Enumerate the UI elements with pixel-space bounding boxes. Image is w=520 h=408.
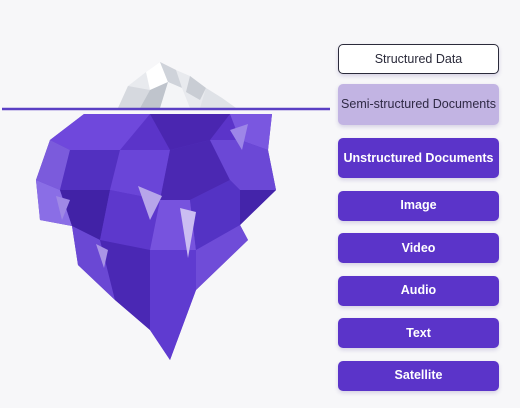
label-video: Video xyxy=(338,233,499,263)
label-image: Image xyxy=(338,190,499,221)
label-audio: Audio xyxy=(338,275,499,306)
label-semi-structured-documents: Semi-structured Documents xyxy=(338,84,499,125)
iceberg-illustration xyxy=(2,62,330,360)
label-text: Text xyxy=(338,318,499,348)
label-structured-data: Structured Data xyxy=(338,44,499,74)
data-layer-labels: Structured Data Semi-structured Document… xyxy=(338,44,499,391)
label-satellite: Satellite xyxy=(338,360,499,391)
iceberg-body xyxy=(36,114,276,360)
label-unstructured-documents: Unstructured Documents xyxy=(338,138,499,178)
iceberg-tip xyxy=(118,62,236,108)
